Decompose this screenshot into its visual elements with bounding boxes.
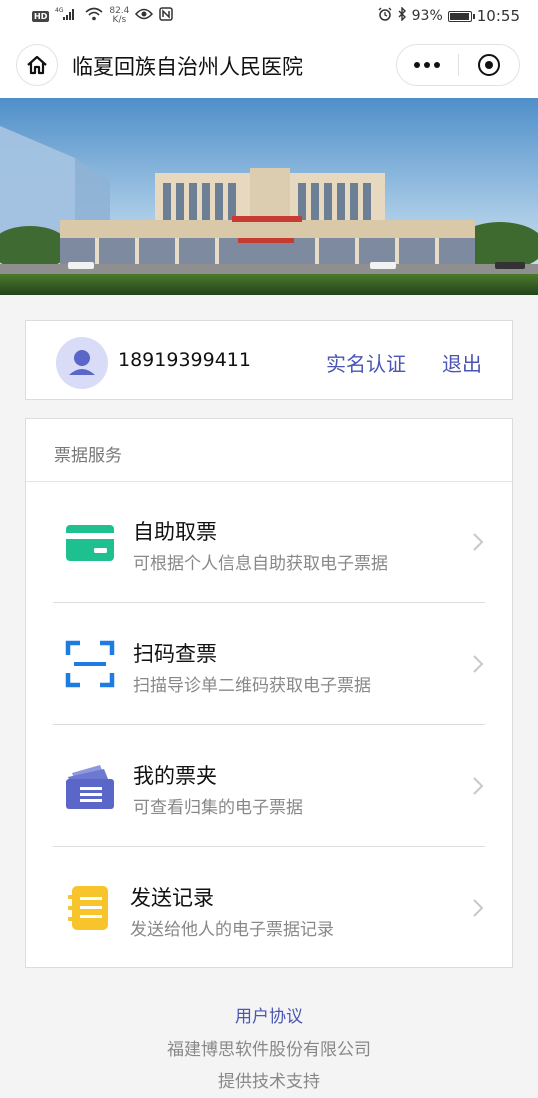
service-desc: 发送给他人的电子票据记录 [130,920,334,940]
miniprogram-capsule [396,44,520,86]
close-button[interactable] [459,54,520,76]
card-icon [64,517,116,567]
tech-support-text: 提供技术支持 [218,1072,320,1092]
nfc-icon [159,7,174,25]
send-record-icon [64,883,116,933]
service-name: 发送记录 [130,886,214,910]
service-desc: 扫描导诊单二维码获取电子票据 [133,676,371,696]
more-dot [424,62,431,68]
chevron-right-icon [473,899,484,917]
user-phone: 18919399411 [118,349,251,371]
service-item-my-tickets[interactable]: 我的票夹 可查看归集的电子票据 [26,725,512,847]
network-speed: 82.4 K/s [109,6,130,25]
service-item-scan-query[interactable]: 扫码查票 扫描导诊单二维码获取电子票据 [26,603,512,725]
service-name: 自助取票 [133,520,217,544]
avatar [56,337,108,389]
service-name: 扫码查票 [133,642,217,666]
page-title: 临夏回族自治州人民医院 [72,55,303,79]
hd-icon: HD [32,10,50,22]
wifi-icon [85,7,103,25]
svg-text:4G: 4G [55,7,64,14]
status-left: HD 4G 82.4 K/s [32,6,174,25]
user-icon [69,350,95,375]
nav-bar: 临夏回族自治州人民医院 [0,34,538,99]
logout-link[interactable]: 退出 [442,348,482,377]
chevron-right-icon [473,777,484,795]
service-name: 我的票夹 [133,764,217,788]
company-name: 福建博思软件股份有限公司 [167,1040,371,1060]
user-card: 18919399411 实名认证 退出 [25,320,513,400]
more-dot [434,62,441,68]
chevron-right-icon [473,533,484,551]
chevron-right-icon [473,655,484,673]
service-desc: 可根据个人信息自助获取电子票据 [133,554,388,574]
service-desc: 可查看归集的电子票据 [133,798,303,818]
home-button[interactable] [16,44,58,86]
signal-icon: 4G [55,7,79,25]
hospital-banner-image [0,98,538,295]
status-bar: HD 4G 82.4 K/s 93% 10:55 [0,0,538,34]
section-title: 票据服务 [54,446,122,466]
battery-icon [447,10,475,22]
eye-icon [135,8,154,24]
close-miniprogram-icon [477,54,500,76]
more-button[interactable] [397,62,458,68]
service-item-send-records[interactable]: 发送记录 发送给他人的电子票据记录 [26,847,512,969]
more-icon [414,62,421,68]
user-agreement-link[interactable]: 用户协议 [0,1002,538,1027]
clock-time: 10:55 [476,7,520,25]
bluetooth-icon [397,6,407,25]
ticket-folder-icon [64,761,116,811]
home-icon [27,55,47,75]
status-right: 93% 10:55 [378,6,520,25]
alarm-icon [378,7,392,25]
battery-percent: 93% [411,8,443,24]
real-name-verify-link[interactable]: 实名认证 [326,348,406,377]
ticket-services-card: 票据服务 自助取票 可根据个人信息自助获取电子票据 扫码查票 扫描导诊单二维码获… [25,418,513,968]
scan-icon [64,639,116,689]
service-item-self-pickup[interactable]: 自助取票 可根据个人信息自助获取电子票据 [26,481,512,603]
